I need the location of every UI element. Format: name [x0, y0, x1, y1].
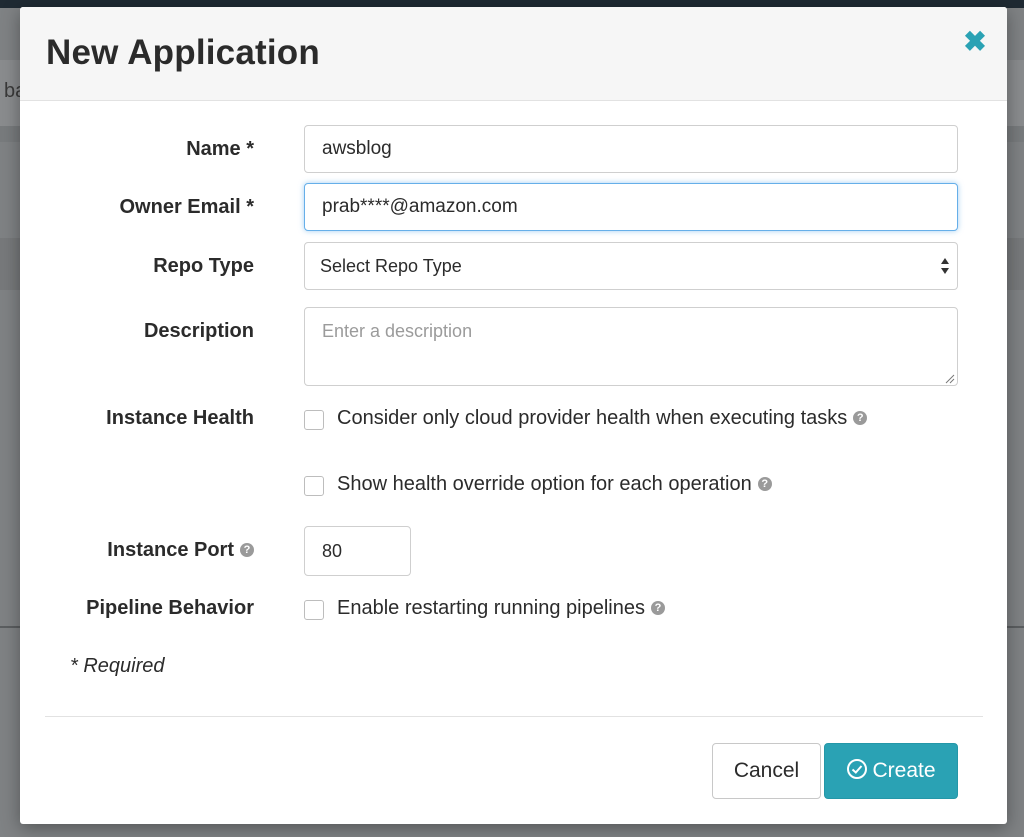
restart-pipelines-label: Enable restarting running pipelines — [337, 597, 645, 619]
name-label: Name * — [186, 138, 254, 160]
restart-pipelines-checkbox[interactable] — [304, 600, 324, 620]
new-application-modal: New Application ✖ Name * Owner Email * R… — [20, 7, 1007, 824]
help-icon[interactable]: ? — [757, 476, 772, 491]
cancel-button[interactable]: Cancel — [712, 743, 821, 799]
cloud-provider-health-option[interactable]: Consider only cloud provider health when… — [337, 407, 868, 430]
instance-port-label-text: Instance Port — [107, 539, 234, 561]
instance-health-label: Instance Health — [106, 407, 254, 429]
modal-header: New Application ✖ — [20, 7, 1007, 101]
close-icon[interactable]: ✖ — [960, 27, 990, 57]
required-note: * Required — [70, 655, 165, 677]
repo-type-selected: Select Repo Type — [320, 256, 462, 276]
name-input[interactable] — [304, 125, 958, 173]
repo-type-select[interactable]: Select Repo Type — [304, 242, 958, 290]
cloud-provider-health-label: Consider only cloud provider health when… — [337, 407, 848, 429]
instance-port-label: Instance Port? — [107, 539, 254, 562]
create-button-label: Create — [872, 759, 936, 782]
description-label: Description — [143, 320, 254, 342]
health-override-checkbox[interactable] — [304, 476, 324, 496]
instance-port-input[interactable] — [304, 526, 411, 576]
owner-email-input[interactable] — [304, 183, 958, 231]
health-override-label: Show health override option for each ope… — [337, 473, 752, 495]
health-override-option[interactable]: Show health override option for each ope… — [337, 473, 772, 496]
create-button[interactable]: Create — [824, 743, 958, 799]
restart-pipelines-option[interactable]: Enable restarting running pipelines? — [337, 597, 665, 620]
help-icon[interactable]: ? — [240, 542, 254, 557]
footer-divider — [45, 716, 983, 717]
modal-title: New Application — [46, 33, 320, 72]
help-icon[interactable]: ? — [853, 410, 868, 425]
resize-grip-icon[interactable] — [944, 373, 955, 384]
description-textarea[interactable] — [304, 307, 958, 386]
check-circle-icon — [847, 759, 868, 780]
select-arrows-icon — [941, 258, 949, 274]
owner-email-label: Owner Email * — [119, 196, 255, 218]
cloud-provider-health-checkbox[interactable] — [304, 410, 324, 430]
repo-type-label: Repo Type — [153, 255, 254, 277]
help-icon[interactable]: ? — [650, 600, 665, 615]
pipeline-behavior-label: Pipeline Behavior — [86, 597, 254, 619]
